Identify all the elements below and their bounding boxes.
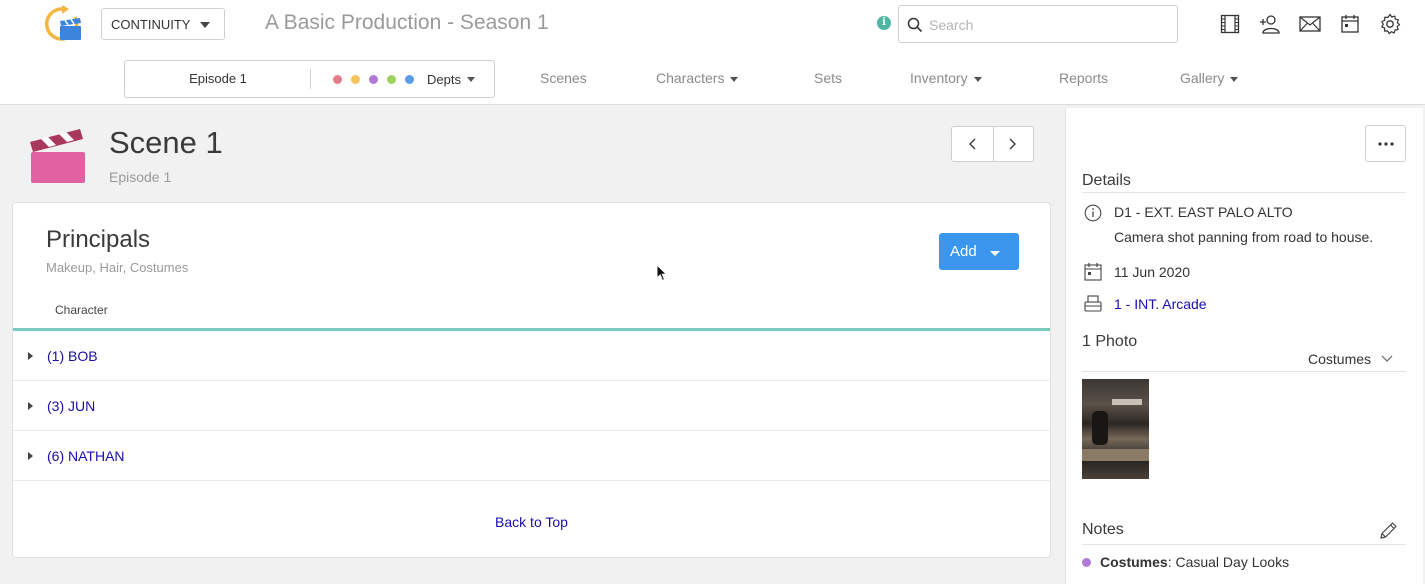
divider — [310, 69, 311, 89]
search-icon — [907, 17, 923, 33]
nav-gallery[interactable]: Gallery — [1180, 70, 1239, 86]
episode-depts-selector: Episode 1 Depts — [124, 60, 495, 98]
nav-inventory[interactable]: Inventory — [910, 70, 982, 86]
nav-label: Characters — [656, 70, 725, 86]
expand-arrow-icon[interactable] — [28, 452, 33, 460]
production-title: A Basic Production - Season 1 — [265, 11, 549, 34]
table-row[interactable]: (1) BOB — [13, 331, 1050, 381]
note-text: : Casual Day Looks — [1167, 554, 1290, 570]
notes-title: Notes — [1082, 521, 1124, 538]
nav-label: Scenes — [540, 70, 587, 86]
back-to-top-link[interactable]: Back to Top — [13, 514, 1050, 530]
chevron-right-icon — [1009, 138, 1017, 150]
nav-label: Gallery — [1180, 70, 1225, 86]
add-button-label: Add — [950, 243, 977, 260]
episode-selector[interactable]: Episode 1 — [125, 61, 311, 97]
search-input[interactable] — [929, 15, 1169, 35]
more-horizontal-icon — [1377, 141, 1394, 146]
info-icon[interactable]: i — [877, 16, 891, 30]
divider — [1082, 192, 1406, 193]
scene-episode: Episode 1 — [109, 169, 172, 185]
app-switcher-dropdown[interactable]: CONTINUITY — [101, 8, 225, 40]
scene-heading: D1 - EXT. EAST PALO ALTO — [1114, 204, 1293, 220]
nav-label: Inventory — [910, 70, 968, 86]
character-link[interactable]: (1) BOB — [47, 348, 98, 364]
add-person-icon[interactable] — [1250, 13, 1290, 35]
character-link[interactable]: (3) JUN — [47, 398, 95, 414]
department-color-dot — [369, 74, 378, 84]
scene-pager — [951, 126, 1034, 162]
department-color-dot — [1082, 557, 1091, 567]
nav-sets[interactable]: Sets — [814, 70, 842, 86]
depts-label: Depts — [427, 71, 461, 87]
depts-dropdown[interactable]: Depts — [333, 61, 475, 97]
nav-characters[interactable]: Characters — [656, 70, 739, 86]
department-color-dot — [405, 74, 414, 84]
nav-label: Sets — [814, 70, 843, 86]
department-color-dot — [351, 74, 360, 84]
calendar-icon[interactable] — [1330, 13, 1370, 35]
more-options-button[interactable] — [1365, 125, 1406, 162]
edit-pencil-icon[interactable] — [1378, 521, 1398, 541]
app-switcher-label: CONTINUITY — [111, 16, 191, 32]
chevron-down-icon — [730, 76, 739, 82]
character-list: (1) BOB (3) JUN (6) NATHAN — [13, 331, 1050, 481]
scene-details-panel: Details D1 - EXT. EAST PALO ALTO Camera … — [1065, 108, 1423, 584]
calendar-icon — [1084, 263, 1102, 281]
info-icon — [1084, 204, 1102, 222]
note-item: Costumes: Casual Day Looks — [1082, 554, 1289, 570]
chevron-down-icon — [466, 76, 475, 82]
chevron-down-icon — [1381, 355, 1393, 362]
principals-subtitle: Makeup, Hair, Costumes — [46, 260, 189, 275]
character-link[interactable]: (6) NATHAN — [47, 448, 125, 464]
details-title: Details — [1082, 172, 1131, 189]
chevron-left-icon — [969, 138, 976, 150]
chevron-down-icon — [973, 76, 982, 82]
department-color-dot — [387, 74, 396, 84]
photo-thumbnail[interactable] — [1082, 379, 1149, 479]
scene-description: Camera shot panning from road to house. — [1114, 229, 1374, 245]
add-button[interactable]: Add — [939, 233, 1019, 270]
settings-icon[interactable] — [1370, 13, 1410, 35]
photo-filter-label: Costumes — [1308, 351, 1372, 367]
set-link[interactable]: 1 - INT. Arcade — [1114, 296, 1207, 312]
scene-date: 11 Jun 2020 — [1114, 264, 1191, 280]
principals-title: Principals — [46, 226, 151, 253]
clapperboard-icon — [30, 129, 85, 183]
nav-reports[interactable]: Reports — [1059, 70, 1108, 86]
film-icon[interactable] — [1210, 13, 1250, 35]
divider — [1082, 371, 1406, 372]
mail-icon[interactable] — [1290, 13, 1330, 35]
photos-title: 1 Photo — [1082, 333, 1138, 350]
continuity-logo[interactable] — [42, 5, 84, 43]
nav-scenes[interactable]: Scenes — [540, 70, 587, 86]
chevron-down-icon — [200, 22, 210, 28]
chevron-down-icon — [1230, 76, 1239, 82]
next-scene-button[interactable] — [992, 127, 1034, 161]
nav-label: Reports — [1059, 70, 1109, 86]
department-color-dot — [333, 74, 342, 84]
search-box[interactable] — [898, 5, 1178, 43]
top-icon-bar — [1210, 13, 1410, 35]
set-icon — [1084, 295, 1102, 312]
principals-card: Principals Makeup, Hair, Costumes Add Ch… — [12, 202, 1051, 558]
table-row[interactable]: (6) NATHAN — [13, 431, 1050, 481]
previous-scene-button[interactable] — [952, 127, 993, 161]
expand-arrow-icon[interactable] — [28, 352, 33, 360]
top-bar: CONTINUITY A Basic Production - Season 1… — [0, 0, 1425, 105]
chevron-down-icon — [990, 251, 1000, 256]
table-row[interactable]: (3) JUN — [13, 381, 1050, 431]
photo-filter-dropdown[interactable]: Costumes — [1308, 351, 1393, 367]
mouse-cursor-icon — [656, 264, 668, 282]
scene-title: Scene 1 — [109, 125, 223, 160]
divider — [1082, 544, 1406, 545]
note-department: Costumes — [1100, 554, 1168, 570]
expand-arrow-icon[interactable] — [28, 402, 33, 410]
column-header-character: Character — [55, 303, 108, 317]
